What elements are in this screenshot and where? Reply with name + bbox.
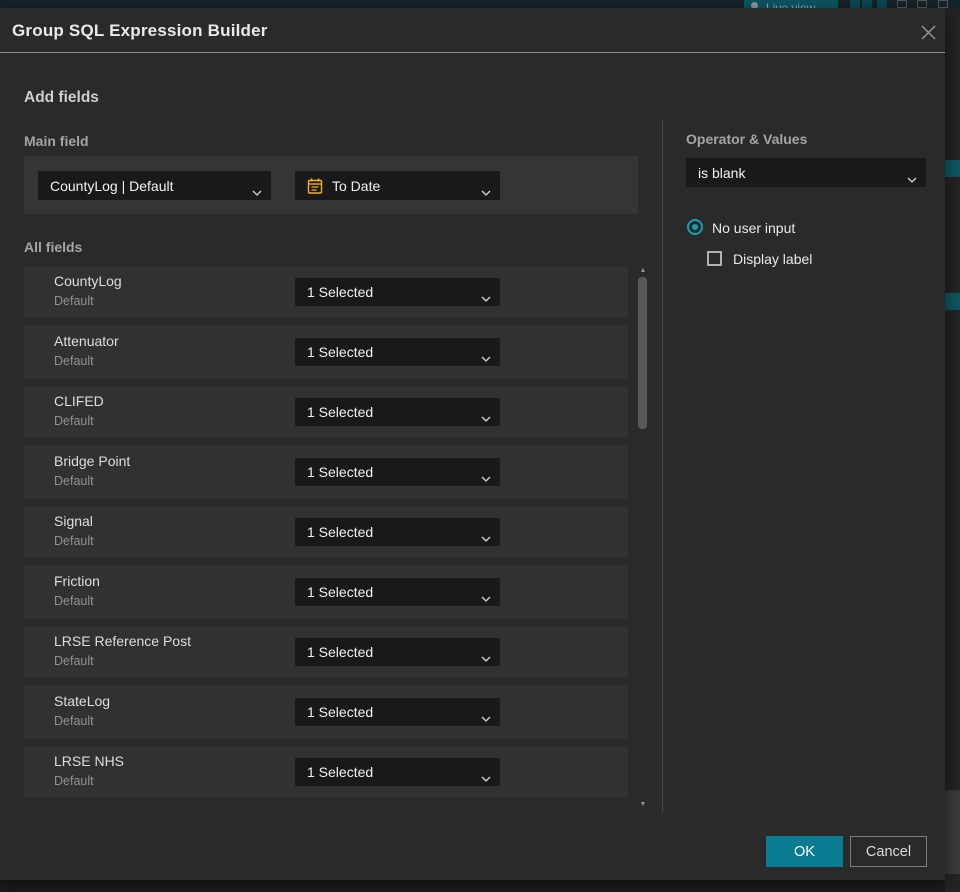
field-name: Attenuator	[54, 333, 119, 349]
chevron-down-icon	[252, 183, 262, 199]
field-row: Attenuator Default 1 Selected	[24, 326, 628, 378]
field-selection-value: 1 Selected	[307, 764, 374, 780]
chevron-down-icon	[481, 469, 491, 485]
toolbar-button-icon[interactable]	[917, 0, 927, 8]
field-selection-value: 1 Selected	[307, 284, 374, 300]
background-fragment	[945, 790, 960, 874]
field-name: Bridge Point	[54, 453, 131, 469]
main-field-type-select[interactable]: To Date	[295, 171, 500, 200]
operator-select[interactable]: is blank	[686, 158, 926, 187]
radio-dot-icon	[692, 224, 698, 230]
field-row: LRSE NHS Default 1 Selected	[24, 746, 628, 798]
chevron-down-icon	[481, 649, 491, 665]
field-selection-value: 1 Selected	[307, 524, 374, 540]
chevron-down-icon	[481, 709, 491, 725]
field-name: CLIFED	[54, 393, 104, 409]
calendar-icon	[307, 178, 323, 194]
ok-button[interactable]: OK	[766, 836, 843, 867]
field-selection-select[interactable]: 1 Selected	[295, 398, 500, 426]
field-name: Signal	[54, 513, 93, 529]
chevron-down-icon	[481, 349, 491, 365]
toolbar-button-icon[interactable]	[850, 0, 860, 8]
dialog-title: Group SQL Expression Builder	[12, 21, 268, 40]
live-view-label: Live view	[766, 1, 816, 8]
main-field-type-value: To Date	[332, 177, 381, 194]
chevron-down-icon	[481, 183, 491, 199]
display-label-text: Display label	[733, 251, 813, 267]
add-fields-heading: Add fields	[24, 89, 99, 106]
field-row: Bridge Point Default 1 Selected	[24, 446, 628, 498]
field-subtitle: Default	[54, 714, 94, 728]
cancel-button[interactable]: Cancel	[850, 836, 927, 867]
field-selection-value: 1 Selected	[307, 464, 374, 480]
background-page-edge	[945, 8, 960, 892]
field-subtitle: Default	[54, 774, 94, 788]
field-selection-value: 1 Selected	[307, 704, 374, 720]
field-subtitle: Default	[54, 594, 94, 608]
field-selection-select[interactable]: 1 Selected	[295, 458, 500, 486]
background-fragment	[945, 160, 960, 177]
chevron-down-icon	[481, 589, 491, 605]
field-name: LRSE NHS	[54, 753, 125, 769]
field-row: StateLog Default 1 Selected	[24, 686, 628, 738]
field-selection-value: 1 Selected	[307, 584, 374, 600]
toolbar-button-icon[interactable]	[897, 0, 907, 8]
group-sql-expression-builder-dialog: Group SQL Expression Builder Add fields …	[0, 8, 945, 880]
field-selection-select[interactable]: 1 Selected	[295, 698, 500, 726]
operator-values-heading: Operator & Values	[686, 131, 808, 147]
close-icon[interactable]	[916, 20, 940, 44]
main-field-label: Main field	[24, 133, 89, 149]
background-toolbar: Live view	[0, 0, 960, 8]
chevron-down-icon	[481, 289, 491, 305]
field-name: CountyLog	[54, 273, 122, 289]
field-selection-select[interactable]: 1 Selected	[295, 278, 500, 306]
field-subtitle: Default	[54, 474, 94, 488]
field-row: CountyLog Default 1 Selected	[24, 266, 628, 318]
field-name: Friction	[54, 573, 100, 589]
field-row: Signal Default 1 Selected	[24, 506, 628, 558]
toolbar-button-icon[interactable]	[877, 0, 887, 8]
scrollbar-up-arrow[interactable]: ▲	[638, 267, 648, 274]
field-subtitle: Default	[54, 414, 94, 428]
field-subtitle: Default	[54, 654, 94, 668]
field-selection-value: 1 Selected	[307, 404, 374, 420]
field-selection-value: 1 Selected	[307, 344, 374, 360]
chevron-down-icon	[907, 170, 917, 186]
field-selection-select[interactable]: 1 Selected	[295, 638, 500, 666]
main-field-select-value: CountyLog | Default	[50, 177, 174, 194]
all-fields-label: All fields	[24, 239, 83, 255]
field-subtitle: Default	[54, 354, 94, 368]
chevron-down-icon	[481, 529, 491, 545]
field-selection-value: 1 Selected	[307, 644, 374, 660]
field-row: Friction Default 1 Selected	[24, 566, 628, 618]
field-row: CLIFED Default 1 Selected	[24, 386, 628, 438]
toolbar-button-icon[interactable]	[862, 0, 872, 8]
scrollbar-down-arrow[interactable]: ▼	[638, 801, 648, 808]
background-fragment	[945, 293, 960, 310]
scrollbar-thumb[interactable]	[638, 277, 647, 429]
live-view-button[interactable]: Live view	[744, 0, 838, 8]
field-selection-select[interactable]: 1 Selected	[295, 518, 500, 546]
field-name: LRSE Reference Post	[54, 633, 191, 649]
field-subtitle: Default	[54, 534, 94, 548]
panel-divider	[662, 120, 663, 812]
main-field-container: CountyLog | Default To Date	[24, 156, 638, 214]
no-user-input-label: No user input	[712, 220, 796, 236]
display-label-checkbox[interactable]	[707, 251, 722, 266]
chevron-down-icon	[481, 769, 491, 785]
dialog-header: Group SQL Expression Builder	[0, 8, 945, 53]
operator-select-value: is blank	[698, 164, 746, 181]
chevron-down-icon	[481, 409, 491, 425]
field-row: LRSE Reference Post Default 1 Selected	[24, 626, 628, 678]
toolbar-button-icon[interactable]	[938, 0, 948, 8]
field-selection-select[interactable]: 1 Selected	[295, 578, 500, 606]
field-subtitle: Default	[54, 294, 94, 308]
main-field-select[interactable]: CountyLog | Default	[38, 171, 271, 200]
no-user-input-radio[interactable]	[687, 219, 703, 235]
field-selection-select[interactable]: 1 Selected	[295, 338, 500, 366]
field-selection-select[interactable]: 1 Selected	[295, 758, 500, 786]
field-name: StateLog	[54, 693, 111, 709]
